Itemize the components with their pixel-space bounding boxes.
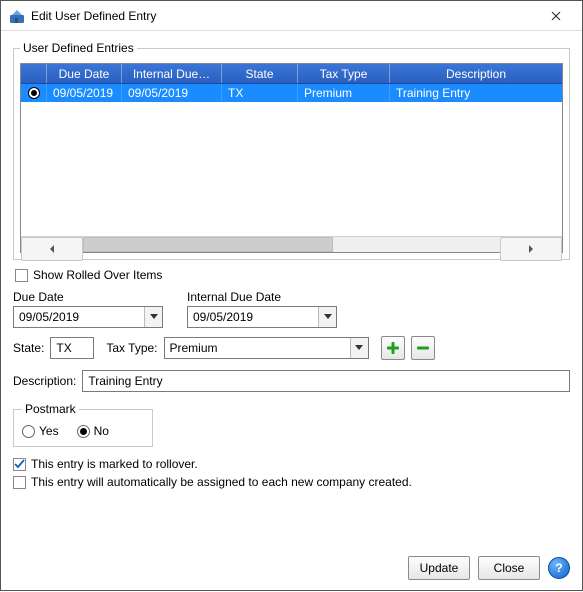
help-icon: ? [555,561,562,575]
footer: Update Close ? [13,556,570,580]
entries-grid[interactable]: Due Date Internal Due… State Tax Type De… [20,63,563,253]
update-button[interactable]: Update [408,556,470,580]
window-title: Edit User Defined Entry [31,9,536,23]
internal-due-date-value: 09/05/2019 [188,307,318,327]
due-date-value: 09/05/2019 [14,307,144,327]
tax-type-select[interactable]: Premium [164,337,369,359]
description-row: Description: Training Entry [13,370,570,392]
postmark-yes-radio[interactable]: Yes [22,424,59,438]
postmark-radios: Yes No [22,424,144,438]
date-fields-row: Due Date 09/05/2019 Internal Due Date 09… [13,290,570,328]
auto-assign-row: This entry will automatically be assigne… [13,475,570,489]
col-due-date[interactable]: Due Date [47,64,122,83]
grid-body: 09/05/2019 09/05/2019 TX Premium Trainin… [21,84,562,236]
description-input[interactable]: Training Entry [82,370,570,392]
auto-assign-checkbox[interactable] [13,476,26,489]
user-defined-entries-group: User Defined Entries Due Date Internal D… [13,41,570,260]
tax-type-label: Tax Type: [106,341,157,355]
rollover-checkbox[interactable] [13,458,26,471]
postmark-no-label: No [94,424,109,438]
show-rolled-over-row: Show Rolled Over Items [15,268,570,282]
user-defined-entries-legend: User Defined Entries [20,41,137,55]
plus-icon [386,341,400,355]
help-button[interactable]: ? [548,557,570,579]
bottom-checks: This entry is marked to rollover. This e… [13,457,570,489]
grid-header: Due Date Internal Due… State Tax Type De… [21,64,562,84]
due-date-label: Due Date [13,290,163,304]
minus-icon [416,341,430,355]
col-selector[interactable] [21,64,47,83]
scroll-right-button[interactable] [500,237,562,261]
rollover-label: This entry is marked to rollover. [31,457,198,471]
description-value: Training Entry [88,374,162,388]
internal-due-date-label: Internal Due Date [187,290,337,304]
col-description[interactable]: Description [390,64,562,83]
cell-state: TX [222,84,298,102]
scroll-track[interactable] [83,237,500,252]
row-selector[interactable] [21,84,47,102]
chevron-down-icon[interactable] [144,307,162,327]
close-button-label: Close [494,561,525,575]
state-tax-row: State: TX Tax Type: Premium [13,336,570,360]
col-tax-type[interactable]: Tax Type [298,64,390,83]
app-icon [9,8,25,24]
tax-type-value: Premium [165,338,350,358]
state-value: TX [56,341,71,355]
cell-tax-type: Premium [298,84,390,102]
scroll-left-button[interactable] [21,237,83,261]
postmark-yes-label: Yes [39,424,59,438]
remove-button[interactable] [411,336,435,360]
internal-due-date-datepicker[interactable]: 09/05/2019 [187,306,337,328]
col-state[interactable]: State [222,64,298,83]
grid-horizontal-scrollbar[interactable] [21,236,562,252]
postmark-legend: Postmark [22,402,79,416]
row-radio-icon [28,87,40,99]
cell-description: Training Entry [390,84,562,102]
content: User Defined Entries Due Date Internal D… [1,31,582,592]
rollover-row: This entry is marked to rollover. [13,457,570,471]
scroll-thumb[interactable] [83,237,333,252]
auto-assign-label: This entry will automatically be assigne… [31,475,412,489]
description-label: Description: [13,374,76,388]
col-internal-due[interactable]: Internal Due… [122,64,222,83]
chevron-down-icon[interactable] [350,338,368,358]
show-rolled-over-label: Show Rolled Over Items [33,268,162,282]
postmark-no-radio[interactable]: No [77,424,109,438]
window-close-button[interactable] [536,2,576,30]
due-date-field: Due Date 09/05/2019 [13,290,163,328]
chevron-down-icon[interactable] [318,307,336,327]
state-label: State: [13,341,44,355]
titlebar: Edit User Defined Entry [1,1,582,31]
close-button[interactable]: Close [478,556,540,580]
state-input[interactable]: TX [50,337,94,359]
cell-internal-due: 09/05/2019 [122,84,222,102]
radio-icon [77,425,90,438]
internal-due-date-field: Internal Due Date 09/05/2019 [187,290,337,328]
due-date-datepicker[interactable]: 09/05/2019 [13,306,163,328]
radio-icon [22,425,35,438]
update-button-label: Update [420,561,459,575]
add-button[interactable] [381,336,405,360]
table-row[interactable]: 09/05/2019 09/05/2019 TX Premium Trainin… [21,84,562,102]
postmark-group: Postmark Yes No [13,402,153,447]
cell-due-date: 09/05/2019 [47,84,122,102]
show-rolled-over-checkbox[interactable] [15,269,28,282]
